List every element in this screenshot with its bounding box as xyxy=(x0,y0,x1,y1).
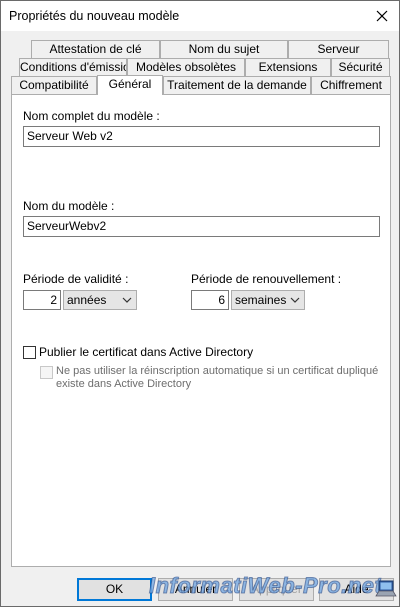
no-reenroll-label-line1: Ne pas utiliser la réinscription automat… xyxy=(56,365,379,377)
display-name-label: Nom complet du modèle : xyxy=(23,109,160,123)
template-name-input[interactable]: ServeurWebv2 xyxy=(23,216,380,237)
validity-period-label: Période de validité : xyxy=(23,272,129,286)
chevron-down-icon xyxy=(290,297,300,303)
close-icon xyxy=(376,10,388,22)
no-reenroll-checkbox[interactable] xyxy=(40,366,53,379)
tab-compatibilite[interactable]: Compatibilité xyxy=(11,76,97,94)
tab-general[interactable]: Général xyxy=(97,75,163,95)
window-title: Propriétés du nouveau modèle xyxy=(9,9,180,23)
tab-extensions[interactable]: Extensions xyxy=(245,58,331,76)
renewal-period-value[interactable]: 6 xyxy=(191,290,229,310)
tab-securite[interactable]: Sécurité xyxy=(331,58,390,76)
dialog-window: Propriétés du nouveau modèle Attestation… xyxy=(0,0,400,607)
title-bar: Propriétés du nouveau modèle xyxy=(1,1,399,31)
watermark-text: InformatiWeb-Pro.net xyxy=(148,573,383,599)
tab-attestation-de-cle[interactable]: Attestation de clé xyxy=(31,40,160,58)
tab-serveur[interactable]: Serveur xyxy=(288,40,389,58)
chevron-down-icon xyxy=(122,297,132,303)
validity-unit-value: années xyxy=(67,293,107,307)
tab-chiffrement[interactable]: Chiffrement xyxy=(311,76,391,94)
template-name-label: Nom du modèle : xyxy=(23,199,115,213)
close-button[interactable] xyxy=(365,1,399,31)
no-reenroll-label-line2: existe dans Active Directory xyxy=(56,378,192,390)
tab-traitement-de-la-demande[interactable]: Traitement de la demande xyxy=(163,76,311,94)
renewal-unit-select[interactable]: semaines xyxy=(231,290,305,310)
tab-modeles-obsoletes[interactable]: Modèles obsolètes xyxy=(127,58,245,76)
validity-period-value[interactable]: 2 xyxy=(23,290,61,310)
tab-nom-du-sujet[interactable]: Nom du sujet xyxy=(160,40,288,58)
ok-button[interactable]: OK xyxy=(77,578,152,601)
renewal-unit-value: semaines xyxy=(235,293,287,307)
publish-in-ad-label[interactable]: Publier le certificat dans Active Direct… xyxy=(39,345,253,359)
laptop-icon xyxy=(375,580,397,597)
tab-conditions-emission[interactable]: Conditions d'émission xyxy=(19,58,127,76)
display-name-input[interactable]: Serveur Web v2 xyxy=(23,126,380,147)
validity-unit-select[interactable]: années xyxy=(63,290,137,310)
publish-in-ad-checkbox[interactable] xyxy=(23,346,36,359)
general-tab-panel: Nom complet du modèle : Serveur Web v2 N… xyxy=(11,94,391,567)
renewal-period-label: Période de renouvellement : xyxy=(191,272,342,286)
